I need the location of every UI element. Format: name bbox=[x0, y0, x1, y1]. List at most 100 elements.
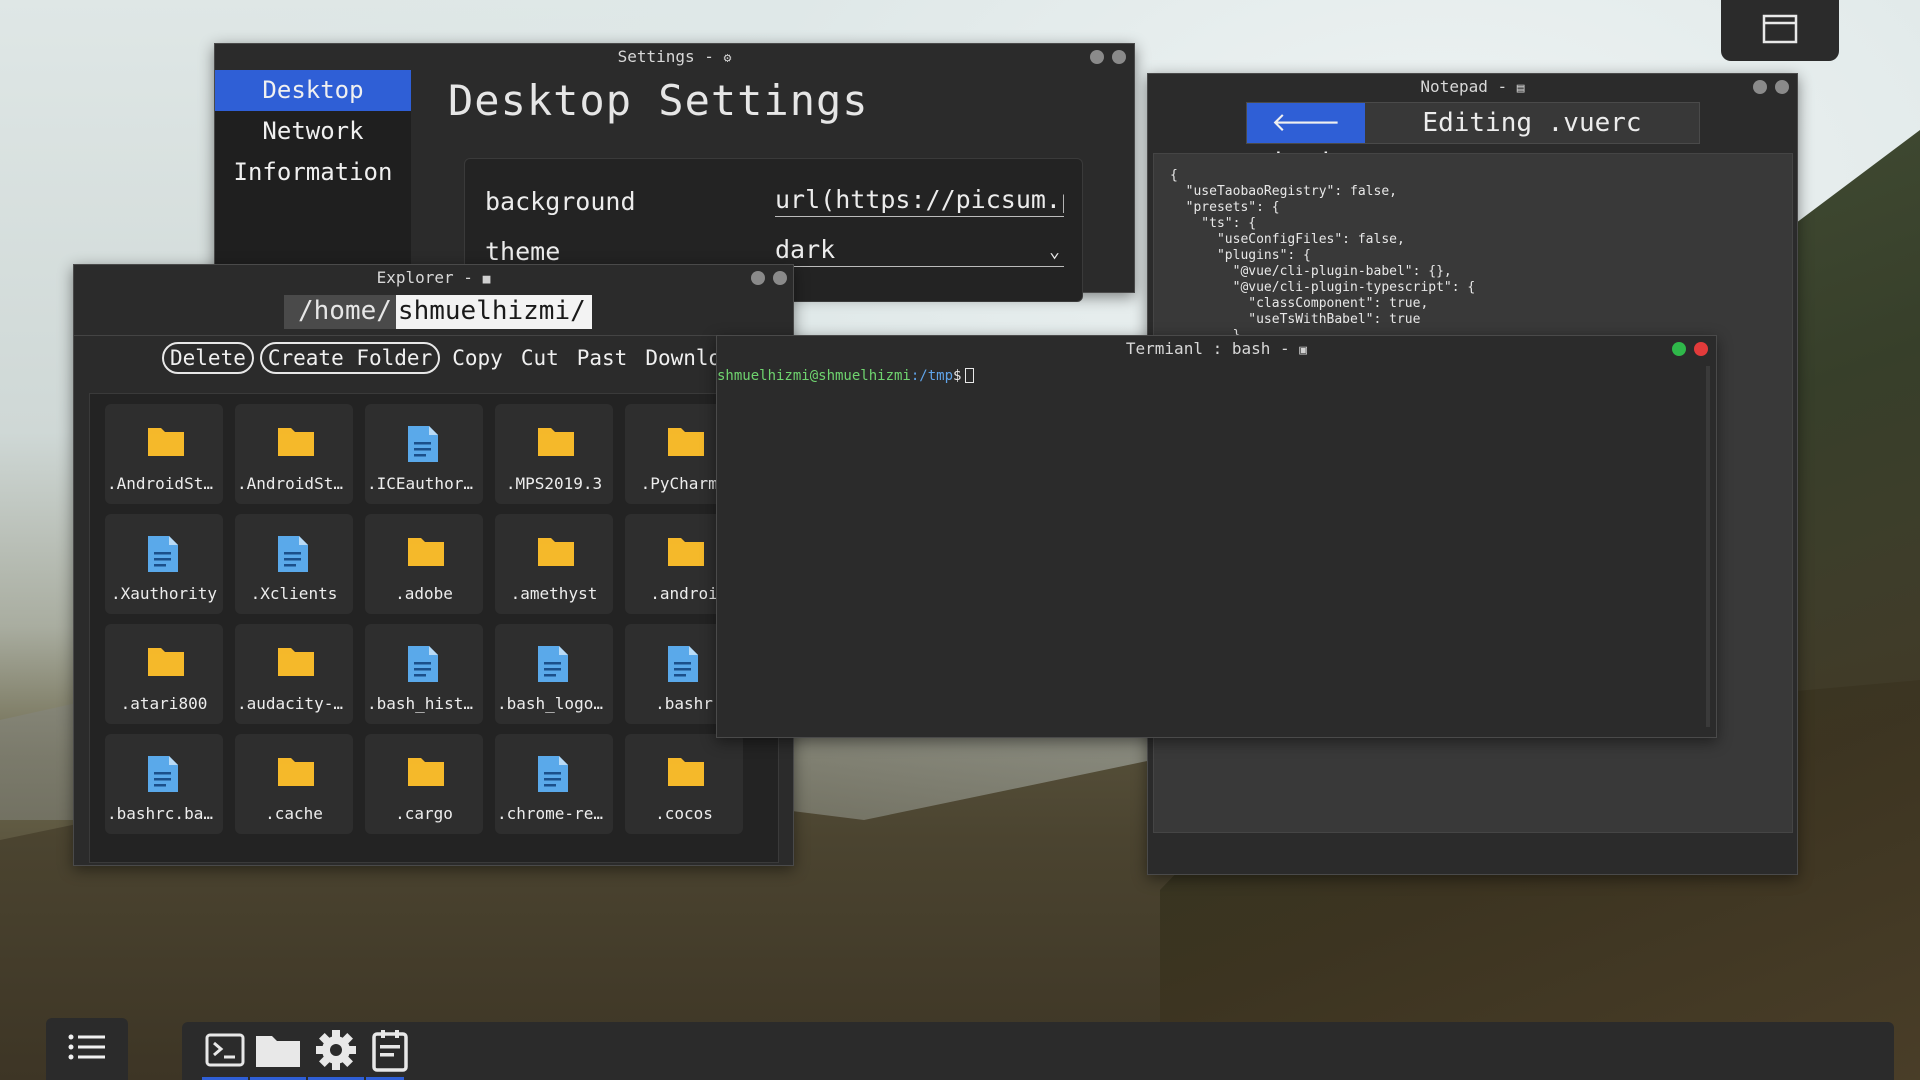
taskbar-settings-button[interactable] bbox=[308, 1030, 364, 1080]
file-item[interactable]: .bash_logout bbox=[495, 624, 613, 724]
explorer-window: Explorer - ■ /home/ shmuelhizmi/ Delete … bbox=[73, 264, 794, 866]
prompt-user: shmuelhizmi@shmuelhizmi bbox=[717, 368, 911, 384]
folder-icon bbox=[278, 428, 314, 456]
file-name: .cocos bbox=[655, 804, 713, 823]
copy-button[interactable]: Copy bbox=[446, 344, 509, 372]
taskbar-terminal-button[interactable] bbox=[192, 1030, 248, 1080]
page-title: Desktop Settings bbox=[448, 76, 869, 125]
editor-content[interactable]: { "useTaobaoRegistry": false, "presets":… bbox=[1170, 168, 1475, 344]
file-name: .ICEauthori… bbox=[367, 474, 481, 493]
minimize-button[interactable] bbox=[751, 271, 765, 285]
minimize-button[interactable] bbox=[1090, 50, 1104, 64]
setting-row-background: background url(https://picsum.ph bbox=[485, 181, 1064, 221]
file-item[interactable]: .ICEauthori… bbox=[365, 404, 483, 504]
document-icon bbox=[148, 756, 178, 792]
notepad-icon: ▤ bbox=[1516, 81, 1525, 96]
folder-item[interactable]: .adobe bbox=[365, 514, 483, 614]
terminal-icon bbox=[205, 1033, 245, 1067]
maximize-button[interactable] bbox=[1672, 342, 1686, 356]
taskbar-explorer-button[interactable] bbox=[250, 1030, 306, 1080]
folder-item[interactable]: .MPS2019.3 bbox=[495, 404, 613, 504]
document-icon bbox=[538, 756, 568, 792]
folder-item[interactable]: .atari800 bbox=[105, 624, 223, 724]
file-name: .cache bbox=[265, 804, 323, 823]
folder-item[interactable]: .cache bbox=[235, 734, 353, 834]
terminal-window: Termianl : bash - ▣ shmuelhizmi@shmuelhi… bbox=[716, 335, 1717, 738]
taskbar-notepad-button[interactable] bbox=[366, 1030, 422, 1080]
window-toggle-button[interactable] bbox=[1721, 0, 1839, 61]
document-icon bbox=[668, 646, 698, 682]
file-item[interactable]: .Xclients bbox=[235, 514, 353, 614]
folder-item[interactable]: .amethyst bbox=[495, 514, 613, 614]
file-name: .bashrc.bac… bbox=[107, 804, 221, 823]
notepad-title: Notepad - bbox=[1420, 77, 1517, 96]
document-icon bbox=[148, 536, 178, 572]
path-bar[interactable]: /home/ shmuelhizmi/ bbox=[284, 295, 592, 329]
gear-icon: ⚙ bbox=[723, 51, 732, 66]
terminal-scrollbar[interactable] bbox=[1706, 366, 1710, 727]
file-name: .Xauthority bbox=[111, 584, 217, 603]
background-input[interactable]: url(https://picsum.ph bbox=[775, 185, 1064, 217]
file-item[interactable]: .chrome-rem… bbox=[495, 734, 613, 834]
sidebar-item-information[interactable]: Information bbox=[215, 152, 411, 193]
folder-item[interactable]: .AndroidStu… bbox=[235, 404, 353, 504]
close-button[interactable] bbox=[1112, 50, 1126, 64]
notepad-titlebar[interactable]: Notepad - ▤ bbox=[1148, 74, 1797, 100]
close-button[interactable] bbox=[1775, 80, 1789, 94]
terminal-titlebar[interactable]: Termianl : bash - ▣ bbox=[717, 336, 1716, 362]
close-button[interactable] bbox=[773, 271, 787, 285]
file-item[interactable]: .bash_histo… bbox=[365, 624, 483, 724]
path-prefix[interactable]: /home/ bbox=[284, 295, 396, 329]
terminal-icon: ▣ bbox=[1299, 343, 1308, 358]
paste-button[interactable]: Past bbox=[571, 344, 634, 372]
explorer-toolbar: Delete Create Folder Copy Cut Past Downl… bbox=[74, 335, 793, 379]
terminal-cursor bbox=[965, 368, 975, 383]
sidebar-item-network[interactable]: Network bbox=[215, 111, 411, 152]
create-folder-button[interactable]: Create Folder bbox=[259, 341, 441, 374]
file-name: .AndroidStu… bbox=[237, 474, 351, 493]
terminal-body[interactable]: shmuelhizmi@shmuelhizmi:/tmp$ bbox=[717, 362, 1716, 737]
folder-item[interactable]: .AndroidStu… bbox=[105, 404, 223, 504]
folder-icon bbox=[148, 648, 184, 676]
folder-icon bbox=[408, 758, 444, 786]
folder-item[interactable]: .cargo bbox=[365, 734, 483, 834]
cut-button[interactable]: Cut bbox=[515, 344, 565, 372]
file-name: .audacity-d… bbox=[237, 694, 351, 713]
file-name: .chrome-rem… bbox=[497, 804, 611, 823]
settings-titlebar[interactable]: Settings - ⚙ bbox=[215, 44, 1134, 70]
theme-select-value: dark bbox=[775, 235, 836, 264]
explorer-titlebar[interactable]: Explorer - ■ bbox=[74, 265, 793, 291]
file-item[interactable]: .Xauthority bbox=[105, 514, 223, 614]
folder-icon bbox=[538, 428, 574, 456]
folder-icon bbox=[278, 758, 314, 786]
file-item[interactable]: .bashrc.bac… bbox=[105, 734, 223, 834]
close-button[interactable] bbox=[1694, 342, 1708, 356]
folder-icon bbox=[668, 538, 704, 566]
chevron-down-icon: ⌄ bbox=[1049, 241, 1060, 262]
settings-title: Settings - bbox=[617, 47, 724, 66]
folder-icon bbox=[256, 1036, 300, 1067]
folder-item[interactable]: .cocos bbox=[625, 734, 743, 834]
window-icon bbox=[1762, 14, 1798, 44]
notepad-header: 🡐 back Editing .vuerc bbox=[1246, 102, 1700, 178]
folder-icon bbox=[668, 758, 704, 786]
start-menu-button[interactable] bbox=[46, 1018, 128, 1080]
sidebar-item-desktop[interactable]: Desktop bbox=[215, 70, 411, 111]
prompt-symbol: $ bbox=[953, 368, 962, 384]
back-button[interactable]: 🡐 back bbox=[1247, 103, 1365, 178]
menu-list-icon bbox=[68, 1034, 105, 1060]
path-current[interactable]: shmuelhizmi/ bbox=[395, 295, 592, 329]
terminal-title: Termianl : bash - bbox=[1125, 339, 1300, 358]
notepad-icon bbox=[372, 1030, 408, 1072]
file-grid: .AndroidStu… .AndroidStu… .ICEauthori… .MPS… bbox=[105, 404, 743, 834]
setting-label-background: background bbox=[485, 187, 636, 216]
file-name: .cargo bbox=[395, 804, 453, 823]
file-name: .Xclients bbox=[250, 584, 338, 603]
folder-item[interactable]: .audacity-d… bbox=[235, 624, 353, 724]
folder-icon bbox=[278, 648, 314, 676]
delete-button[interactable]: Delete bbox=[162, 341, 254, 374]
folder-icon bbox=[148, 428, 184, 456]
theme-select[interactable]: dark ⌄ bbox=[775, 235, 1064, 267]
file-name: .atari800 bbox=[120, 694, 208, 713]
minimize-button[interactable] bbox=[1753, 80, 1767, 94]
